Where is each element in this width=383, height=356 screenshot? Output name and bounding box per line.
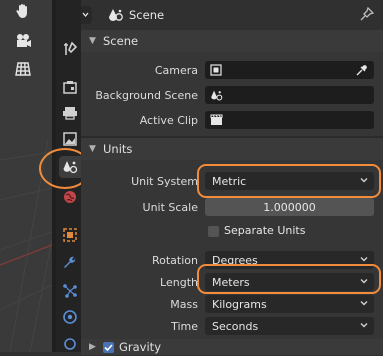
separate-units-checkbox[interactable]: [208, 226, 219, 237]
tab-world[interactable]: [59, 186, 81, 208]
tab-modifiers[interactable]: [59, 252, 81, 274]
tab-tool[interactable]: [59, 38, 81, 60]
grid-view-icon[interactable]: [14, 60, 38, 82]
tool-icon: [64, 41, 78, 55]
pin-icon[interactable]: [360, 6, 375, 25]
gravity-checkbox[interactable]: [103, 342, 114, 353]
properties-tabs: [39, 0, 91, 354]
tab-scene[interactable]: [59, 156, 81, 178]
hand-pan-icon[interactable]: [14, 2, 38, 24]
scene-panel-header[interactable]: ▼ Scene: [81, 30, 383, 52]
tab-particles[interactable]: [59, 280, 81, 302]
physics-icon: [63, 310, 77, 324]
tab-physics[interactable]: [59, 306, 81, 328]
wrench-icon: [64, 256, 76, 268]
camera-field[interactable]: [205, 61, 374, 79]
rotation-dropdown[interactable]: Degrees: [205, 251, 374, 269]
unit-system-dropdown[interactable]: Metric: [205, 172, 374, 190]
constraints-icon: [64, 338, 76, 350]
tab-render[interactable]: [59, 76, 81, 98]
unit-system-label: Unit System: [131, 175, 198, 188]
tab-output[interactable]: [59, 102, 81, 124]
collapse-arrow-icon: ▶: [89, 342, 96, 352]
collapse-arrow-icon: ▼: [89, 36, 96, 46]
background-scene-field[interactable]: [205, 86, 374, 104]
time-dropdown[interactable]: Seconds: [205, 317, 374, 335]
length-dropdown[interactable]: Meters: [205, 273, 374, 291]
gravity-panel-header[interactable]: ▶ Gravity: [81, 339, 383, 355]
panel-title: Scene: [103, 34, 139, 48]
tab-constraints[interactable]: [59, 332, 81, 354]
units-panel-body: Unit System Metric Unit Scale 1.000000 S…: [81, 160, 383, 342]
camera-view-icon[interactable]: [14, 32, 38, 54]
clapperboard-icon: [210, 114, 223, 125]
eyedropper-icon[interactable]: [355, 63, 369, 77]
unit-scale-field[interactable]: 1.000000: [205, 198, 374, 216]
object-icon: [63, 228, 77, 242]
output-icon: [63, 107, 77, 120]
render-icon: [63, 81, 77, 94]
world-icon: [64, 191, 76, 203]
chevron-down-icon: [360, 178, 368, 183]
chevron-down-icon: [360, 257, 368, 262]
checkmark-icon: [104, 344, 113, 352]
tab-object[interactable]: [59, 224, 81, 246]
mass-dropdown[interactable]: Kilograms: [205, 295, 374, 313]
properties-content: ▼ Scene Camera Background Scene Active C…: [81, 30, 383, 355]
camera-object-icon: [210, 64, 222, 76]
chevron-down-icon: [360, 301, 368, 306]
scene-icon: [63, 161, 78, 174]
3d-viewport[interactable]: [0, 0, 52, 352]
panel-title: Units: [103, 142, 133, 156]
tab-view-layer[interactable]: [59, 128, 81, 150]
chevron-down-icon: [360, 279, 368, 284]
unit-scale-label: Unit Scale: [142, 201, 198, 214]
collapse-arrow-icon: ▼: [89, 144, 96, 154]
particles-icon: [63, 284, 77, 298]
background-scene-label: Background Scene: [95, 89, 198, 102]
scene-panel-body: Camera Background Scene Active Clip: [81, 52, 383, 136]
units-panel-header[interactable]: ▼ Units: [81, 138, 383, 160]
scene-context-icon: [108, 8, 124, 25]
mass-label: Mass: [170, 298, 198, 311]
chevron-down-icon: [360, 323, 368, 328]
length-label: Length: [160, 276, 198, 289]
active-clip-label: Active Clip: [139, 114, 198, 127]
camera-label: Camera: [154, 64, 198, 77]
context-title: Scene: [129, 8, 165, 22]
view-layer-icon: [63, 132, 77, 146]
separate-units-label: Separate Units: [224, 224, 306, 237]
rotation-label: Rotation: [151, 254, 198, 267]
scene-icon: [211, 90, 223, 101]
active-clip-field[interactable]: [205, 111, 374, 129]
time-label: Time: [171, 320, 198, 333]
properties-header: Scene: [56, 0, 383, 31]
